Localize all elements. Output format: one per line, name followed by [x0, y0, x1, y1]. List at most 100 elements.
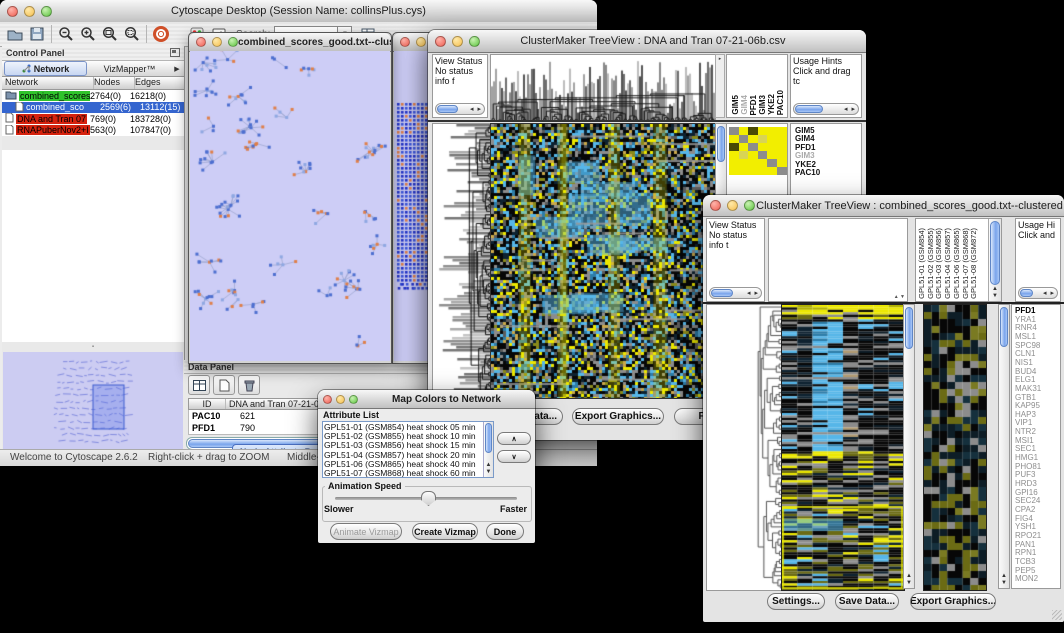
gene-label[interactable]: MON2 [1015, 574, 1038, 583]
gene-label[interactable]: PEP5 [1015, 566, 1035, 575]
save-session-icon[interactable] [26, 24, 48, 44]
tv2-status-hscrollbar[interactable]: ◂ ▸ [709, 287, 762, 299]
tv1-row-label[interactable]: PAC10 [795, 168, 820, 177]
minimize-button[interactable] [336, 395, 345, 404]
gene-label[interactable]: RPN1 [1015, 548, 1036, 557]
attribute-list-item[interactable]: GPL51-01 (GSM854) heat shock 05 min [324, 423, 482, 432]
settings-button[interactable]: Settings... [767, 593, 825, 610]
gene-label[interactable]: RNR4 [1015, 323, 1037, 332]
gene-label[interactable]: VIP1 [1015, 418, 1032, 427]
resize-grip[interactable] [1052, 610, 1062, 620]
minimize-button[interactable] [452, 36, 463, 47]
close-button[interactable] [710, 200, 721, 211]
gene-label[interactable]: PAN1 [1015, 540, 1035, 549]
zoom-button[interactable] [349, 395, 358, 404]
export-graphics-button[interactable]: Export Graphics... [910, 593, 996, 610]
tab-vizmapper[interactable]: VizMapper™ [89, 64, 170, 74]
gene-label[interactable]: MAK31 [1015, 384, 1041, 393]
select-attributes-icon[interactable] [188, 375, 210, 395]
gene-label[interactable]: SPC98 [1015, 341, 1040, 350]
save-data-button[interactable]: Save Data... [835, 593, 899, 610]
tab-network[interactable]: Network [4, 61, 87, 76]
attribute-list-vscrollbar[interactable]: ▲ ▼ [483, 422, 493, 477]
network-list-row[interactable]: combined_scores2764(0)16218(0) [2, 90, 184, 102]
gene-label[interactable]: SEC24 [1015, 496, 1040, 505]
tv1-row-dendrogram[interactable] [432, 123, 492, 399]
close-button[interactable] [400, 37, 410, 47]
tv1-global-matrix[interactable] [729, 127, 787, 175]
tv1-hints-hscrollbar[interactable]: ◂ ▸ [793, 103, 859, 115]
attribute-list-item[interactable]: GPL51-04 (GSM857) heat shock 20 min [324, 451, 482, 460]
tv2-colarea-arrows[interactable]: ▲ ▼ [894, 294, 905, 300]
gene-label[interactable]: RPO21 [1015, 531, 1041, 540]
tv2-column-dendrogram-area[interactable]: ▲ ▼ [768, 218, 908, 302]
gene-label[interactable]: CPA2 [1015, 505, 1035, 514]
tv1-column-dendrogram[interactable] [490, 54, 716, 122]
tv2-heatmap[interactable] [781, 304, 905, 591]
delete-attribute-icon[interactable] [238, 375, 260, 395]
tab-overflow-arrow[interactable]: ▶ [170, 65, 184, 73]
gene-label[interactable]: GTB1 [1015, 393, 1036, 402]
gene-label[interactable]: MSI1 [1015, 436, 1034, 445]
gene-label[interactable]: MSL1 [1015, 332, 1036, 341]
gene-label[interactable]: FIG4 [1015, 514, 1033, 523]
minimize-button[interactable] [727, 200, 738, 211]
animate-vizmap-button[interactable]: Animate Vizmap [330, 523, 402, 540]
network1-title-bar[interactable]: combined_scores_good.txt--cluste... [189, 33, 391, 52]
treeview2-title-bar[interactable]: ClusterMaker TreeView : combined_scores_… [703, 195, 1064, 217]
gene-label[interactable]: SEC1 [1015, 444, 1036, 453]
treeview1-title-bar[interactable]: ClusterMaker TreeView : DNA and Tran 07-… [428, 30, 866, 53]
close-button[interactable] [7, 6, 18, 17]
zoom-button[interactable] [228, 37, 238, 47]
zoom-button[interactable] [744, 200, 755, 211]
tv2-global-heatmap[interactable] [923, 304, 987, 591]
minimize-button[interactable] [416, 37, 426, 47]
gene-label[interactable]: KAP95 [1015, 401, 1040, 410]
tv2-labels-vscrollbar[interactable]: ▲ ▼ [988, 219, 1001, 301]
gene-label[interactable]: PFD1 [1015, 306, 1035, 315]
zoom-selected-icon[interactable] [121, 24, 143, 44]
tv1-status-hscrollbar[interactable]: ◂ ▸ [435, 103, 485, 115]
gene-label[interactable]: HAP3 [1015, 410, 1036, 419]
network-canvas-1[interactable] [190, 51, 390, 361]
minimize-button[interactable] [24, 6, 35, 17]
gene-label[interactable]: CLN1 [1015, 349, 1035, 358]
attribute-list-item[interactable]: GPL51-03 (GSM856) heat shock 15 min [324, 441, 482, 450]
tv2-hints-hscrollbar[interactable]: ◂ ▸ [1018, 287, 1058, 299]
attribute-list-item[interactable]: GPL51-07 (GSM868) heat shock 60 min [324, 469, 482, 478]
network-list-row[interactable]: combined_sco2569(6)13112(15) [2, 102, 184, 114]
zoom-in-icon[interactable] [77, 24, 99, 44]
gene-label[interactable]: BUD4 [1015, 367, 1036, 376]
network-overview-thumbnail[interactable] [3, 352, 183, 450]
gene-label[interactable]: NTR2 [1015, 427, 1036, 436]
move-up-button[interactable]: ∧ [497, 432, 531, 445]
tv1-splitter[interactable]: ▸ [715, 54, 725, 118]
network-list-row[interactable]: RNAPuberNov2+I563(0)107847(0) [2, 125, 184, 137]
float-panel-icon[interactable] [170, 44, 180, 62]
minimize-button[interactable] [212, 37, 222, 47]
gene-label[interactable]: TCB3 [1015, 557, 1035, 566]
tv2-row-dendrogram[interactable] [706, 304, 783, 591]
gene-label[interactable]: HRD3 [1015, 479, 1037, 488]
move-down-button[interactable]: ∨ [497, 450, 531, 463]
zoom-button[interactable] [469, 36, 480, 47]
help-lifering-icon[interactable] [150, 24, 172, 44]
main-title-bar[interactable]: Cytoscape Desktop (Session Name: collins… [0, 0, 597, 23]
gene-label[interactable]: GPI16 [1015, 488, 1038, 497]
gene-label[interactable]: YSH1 [1015, 522, 1036, 531]
new-attribute-icon[interactable] [213, 375, 235, 395]
done-button[interactable]: Done [486, 523, 524, 540]
network-list-row[interactable]: DNA and Tran 07769(0)183728(0) [2, 113, 184, 125]
zoom-fit-icon[interactable] [99, 24, 121, 44]
tv1-heatmap[interactable] [490, 123, 716, 399]
tv2-heatmap-vscrollbar[interactable]: ▲ ▼ [903, 304, 915, 589]
close-button[interactable] [196, 37, 206, 47]
open-session-icon[interactable] [4, 24, 26, 44]
tv2-global-vscrollbar[interactable]: ▲ ▼ [998, 304, 1010, 589]
close-button[interactable] [435, 36, 446, 47]
create-vizmap-button[interactable]: Create Vizmap [412, 523, 478, 540]
gene-label[interactable]: HMG1 [1015, 453, 1038, 462]
gene-label[interactable]: PHO81 [1015, 462, 1041, 471]
gene-label[interactable]: ELG1 [1015, 375, 1035, 384]
attribute-list-item[interactable]: GPL51-02 (GSM855) heat shock 10 min [324, 432, 482, 441]
